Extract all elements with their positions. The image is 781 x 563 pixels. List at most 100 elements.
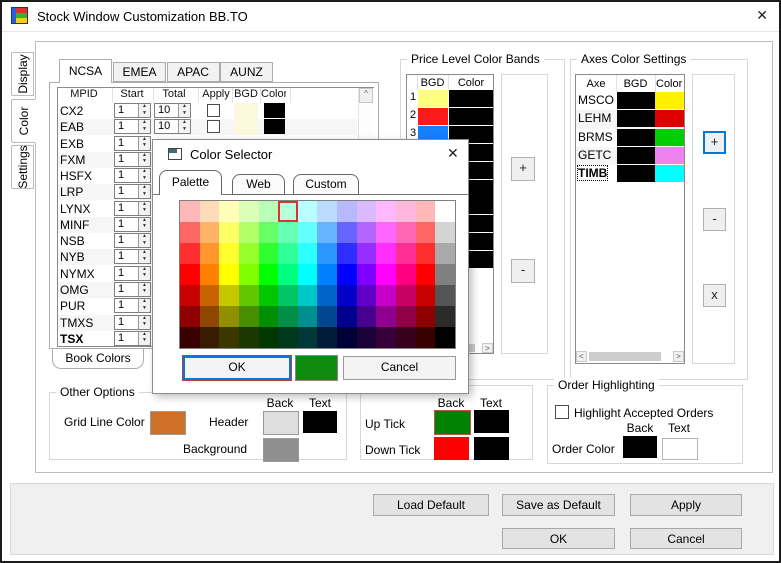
palette-cell[interactable] (337, 285, 357, 306)
palette-cell[interactable] (200, 222, 220, 243)
palette-cell[interactable] (298, 264, 318, 285)
palette-cell[interactable] (396, 327, 416, 348)
spinner-arrows[interactable]: ▲▼ (138, 316, 150, 329)
palette-cell[interactable] (219, 243, 239, 264)
scroll-up-icon[interactable]: ^ (359, 88, 373, 103)
spinner-down-icon[interactable]: ▼ (179, 111, 190, 118)
tab-emea[interactable]: EMEA (113, 62, 166, 82)
dialog-ok-button[interactable]: OK (183, 356, 291, 380)
dialog-tab-web[interactable]: Web (232, 174, 285, 195)
palette-cell[interactable] (239, 327, 259, 348)
spinner-down-icon[interactable]: ▼ (139, 289, 150, 296)
start-spinner[interactable]: 1▲▼ (114, 201, 151, 216)
palette-cell[interactable] (259, 264, 279, 285)
spinner-arrows[interactable]: ▲▼ (138, 234, 150, 247)
axe-bgd-swatch[interactable] (617, 92, 655, 109)
palette-cell[interactable] (337, 306, 357, 327)
palette-cell[interactable] (298, 285, 318, 306)
palette-cell[interactable] (219, 285, 239, 306)
palette-cell[interactable] (180, 306, 200, 327)
palette-cell[interactable] (239, 222, 259, 243)
spinner-arrows[interactable]: ▲▼ (138, 137, 150, 150)
palette-cell[interactable] (376, 222, 396, 243)
price-add-button[interactable]: + (511, 157, 535, 181)
spinner-down-icon[interactable]: ▼ (139, 192, 150, 199)
down-tick-back-swatch[interactable] (434, 437, 469, 460)
palette-cell[interactable] (278, 201, 298, 222)
ok-button[interactable]: OK (502, 528, 615, 549)
palette-cell[interactable] (357, 327, 377, 348)
start-spinner[interactable]: 1▲▼ (114, 298, 151, 313)
palette-cell[interactable] (259, 306, 279, 327)
background-swatch[interactable] (263, 438, 299, 462)
palette-cell[interactable] (357, 222, 377, 243)
grid-line-color-swatch[interactable] (150, 411, 186, 435)
palette-cell[interactable] (180, 201, 200, 222)
axe-label[interactable]: GETC (578, 148, 611, 162)
palette-cell[interactable] (180, 285, 200, 306)
start-spinner[interactable]: 1▲▼ (114, 266, 151, 281)
spinner-arrows[interactable]: ▲▼ (138, 332, 150, 345)
palette-cell[interactable] (298, 327, 318, 348)
palette-cell[interactable] (396, 285, 416, 306)
scroll-right-icon[interactable]: > (673, 351, 684, 362)
palette-cell[interactable] (337, 201, 357, 222)
order-text-swatch[interactable] (662, 438, 698, 460)
spinner-down-icon[interactable]: ▼ (179, 127, 190, 134)
palette-cell[interactable] (278, 285, 298, 306)
start-spinner[interactable]: 1▲▼ (114, 136, 151, 151)
palette-cell[interactable] (298, 222, 318, 243)
tab-book-colors[interactable]: Book Colors (52, 349, 144, 369)
palette-cell[interactable] (278, 243, 298, 264)
spinner-down-icon[interactable]: ▼ (139, 176, 150, 183)
start-spinner[interactable]: 1▲▼ (114, 331, 151, 346)
color-swatch[interactable] (264, 119, 285, 134)
spinner-down-icon[interactable]: ▼ (139, 322, 150, 329)
palette-cell[interactable] (278, 306, 298, 327)
palette-cell[interactable] (396, 222, 416, 243)
bgd-swatch[interactable] (234, 103, 258, 119)
palette-cell[interactable] (200, 327, 220, 348)
palette-cell[interactable] (200, 285, 220, 306)
band-bgd-swatch[interactable] (418, 90, 448, 107)
palette-cell[interactable] (259, 327, 279, 348)
axes-scroll-thumb[interactable] (589, 352, 661, 361)
spinner-arrows[interactable]: ▲▼ (138, 104, 150, 117)
palette-cell[interactable] (416, 327, 436, 348)
start-spinner[interactable]: 1▲▼ (114, 217, 151, 232)
palette-cell[interactable] (337, 264, 357, 285)
palette-cell[interactable] (200, 264, 220, 285)
spinner-arrows[interactable]: ▲▼ (138, 283, 150, 296)
palette-cell[interactable] (219, 201, 239, 222)
bgd-swatch[interactable] (234, 119, 258, 135)
apply-checkbox[interactable] (207, 120, 220, 133)
palette-cell[interactable] (416, 201, 436, 222)
axe-bgd-swatch[interactable] (617, 147, 655, 164)
palette-cell[interactable] (376, 327, 396, 348)
spinner-arrows[interactable]: ▲▼ (138, 299, 150, 312)
palette-cell[interactable] (200, 201, 220, 222)
palette-cell[interactable] (376, 306, 396, 327)
start-spinner[interactable]: 1▲▼ (114, 168, 151, 183)
spinner-down-icon[interactable]: ▼ (139, 338, 150, 345)
palette-cell[interactable] (239, 306, 259, 327)
axes-delete-button[interactable]: x (703, 284, 726, 307)
palette-cell[interactable] (317, 243, 337, 264)
apply-checkbox[interactable] (207, 104, 220, 117)
spinner-down-icon[interactable]: ▼ (139, 273, 150, 280)
start-spinner[interactable]: 1▲▼ (114, 184, 151, 199)
palette-cell[interactable] (259, 285, 279, 306)
price-remove-button[interactable]: - (511, 259, 535, 283)
up-tick-back-swatch[interactable] (434, 410, 471, 435)
start-spinner[interactable]: 1▲▼ (114, 282, 151, 297)
axe-color-swatch[interactable] (655, 110, 684, 127)
palette-cell[interactable] (278, 264, 298, 285)
axes-remove-button[interactable]: - (703, 208, 726, 231)
palette-cell[interactable] (278, 327, 298, 348)
palette-cell[interactable] (357, 201, 377, 222)
spinner-arrows[interactable]: ▲▼ (138, 169, 150, 182)
spinner-arrows[interactable]: ▲▼ (178, 104, 190, 117)
band-bgd-swatch[interactable] (418, 108, 448, 125)
palette-cell[interactable] (376, 285, 396, 306)
palette-cell[interactable] (219, 222, 239, 243)
